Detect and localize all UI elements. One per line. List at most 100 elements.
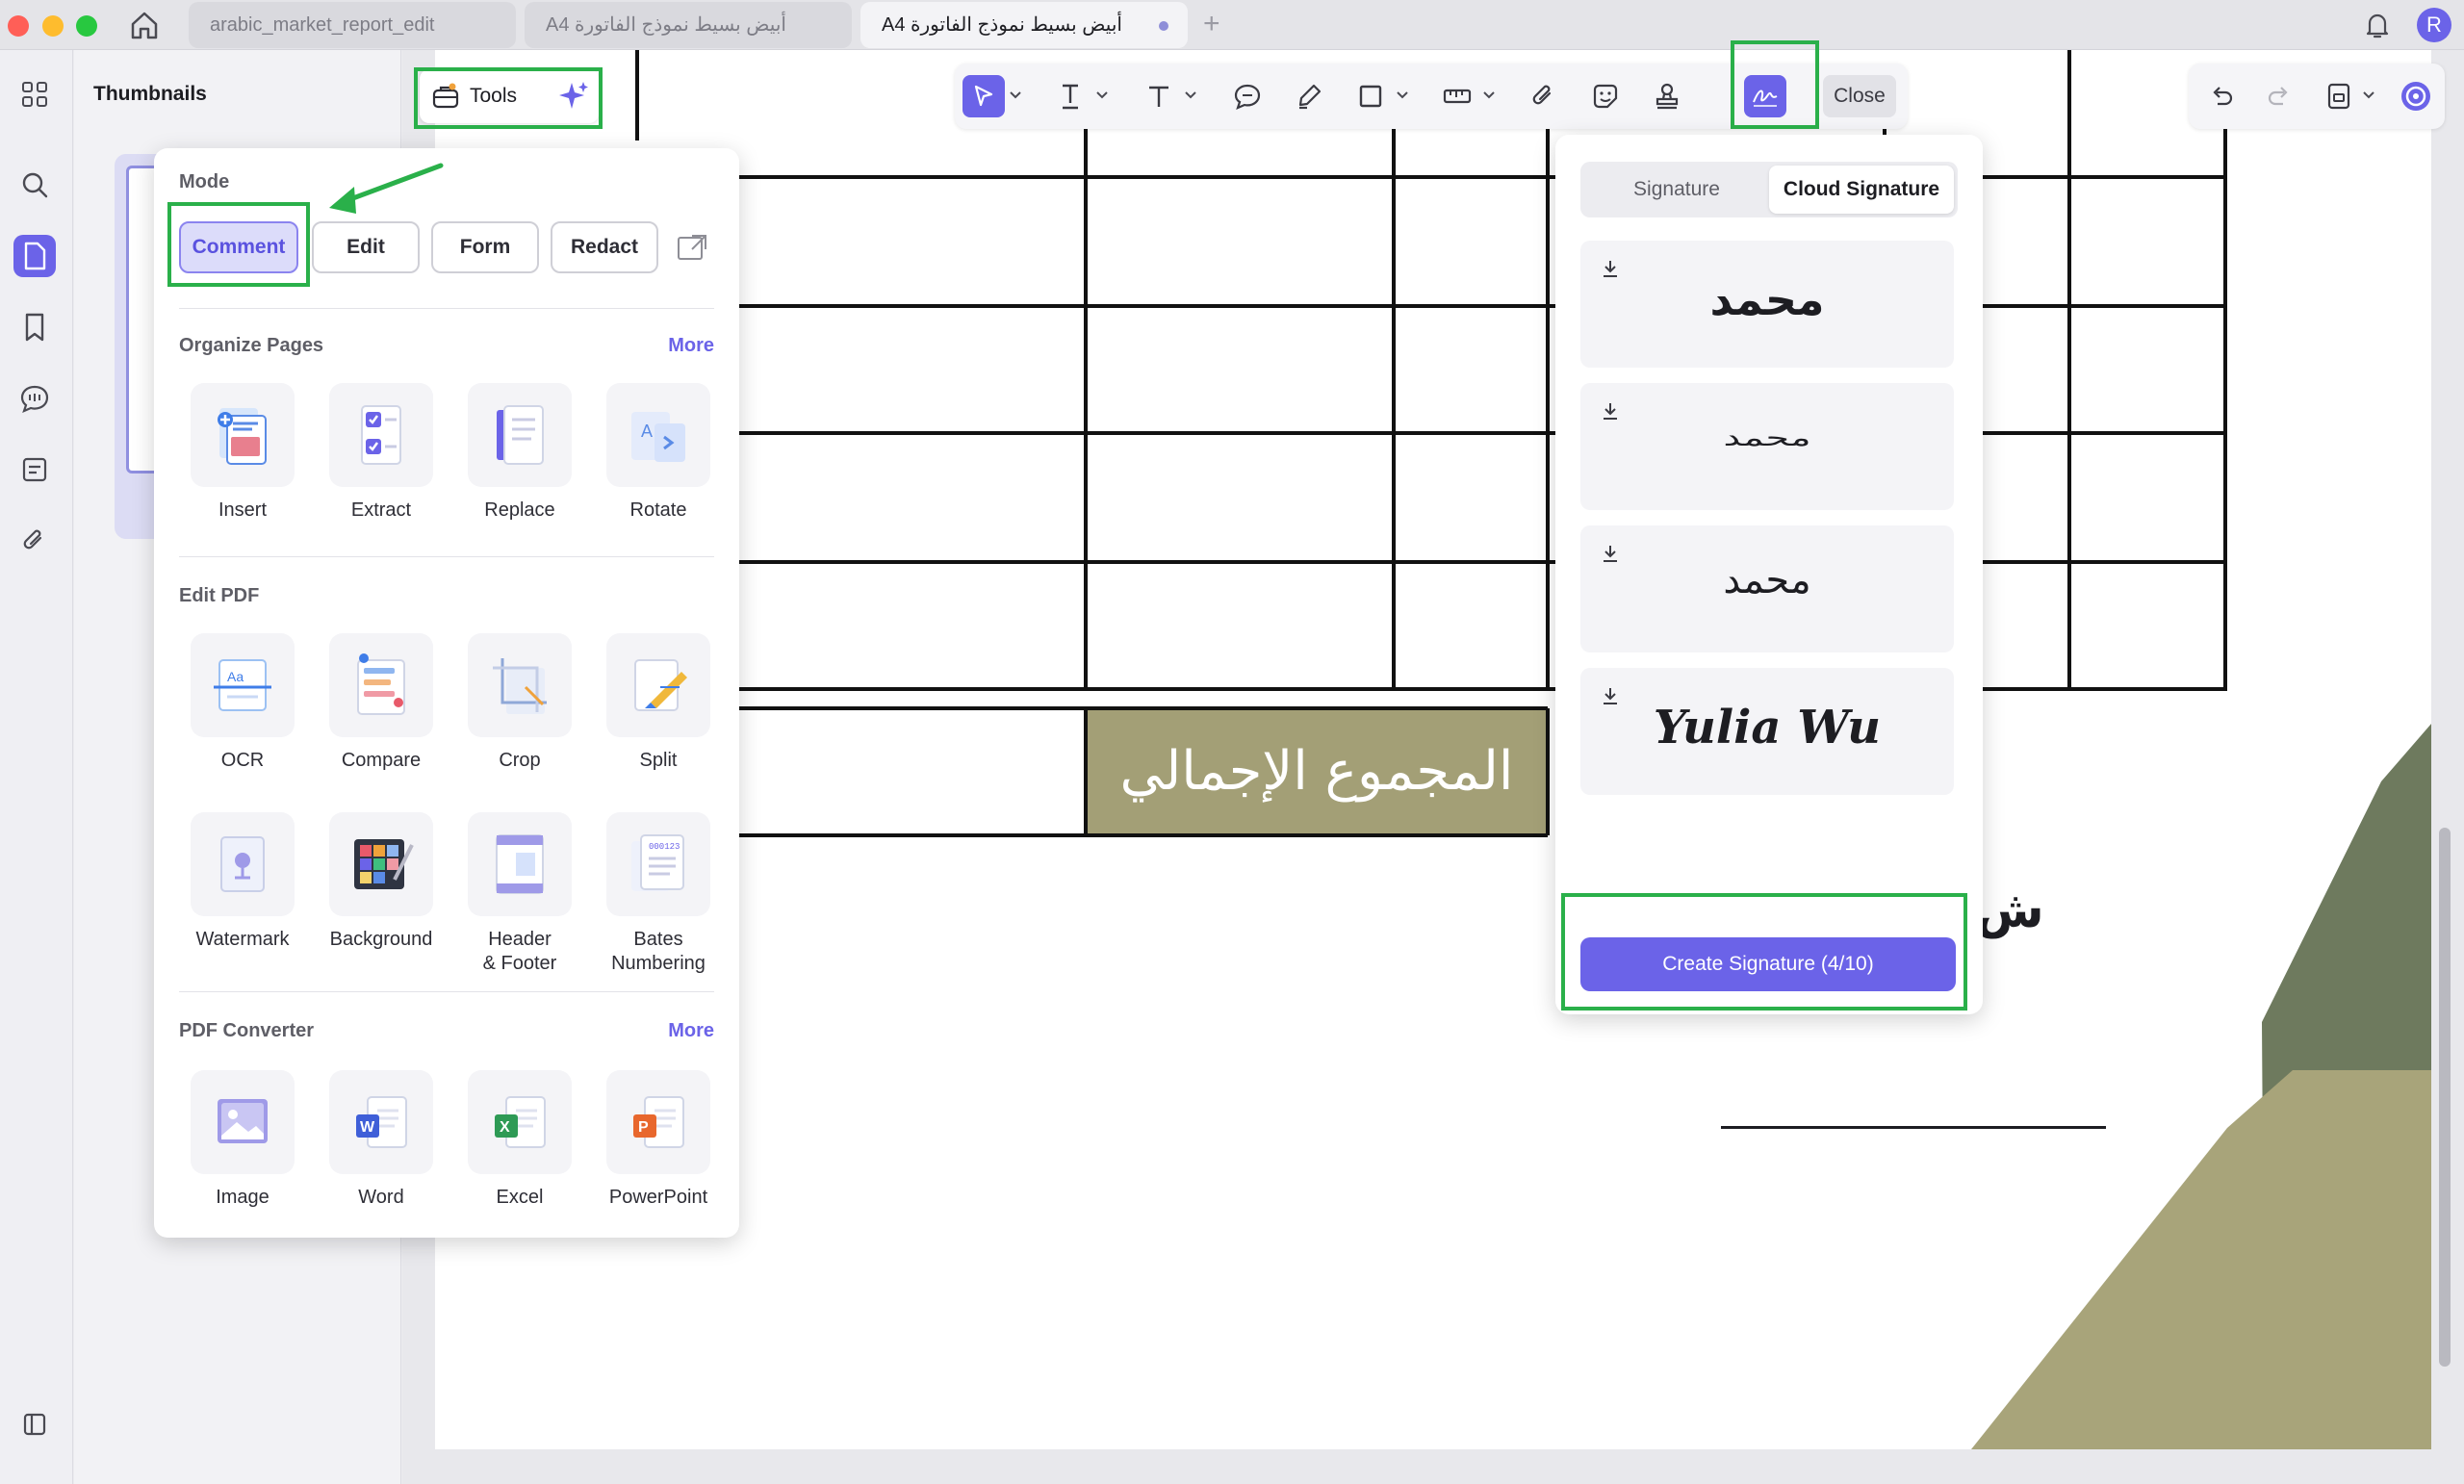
tool-rotate[interactable]: A Rotate: [596, 383, 721, 523]
sidebar-toggle-icon[interactable]: [13, 1403, 56, 1446]
tool-compare[interactable]: Compare: [319, 633, 444, 773]
svg-text:X: X: [500, 1119, 510, 1136]
bookmark-icon[interactable]: [13, 306, 56, 348]
undo-icon[interactable]: [2200, 75, 2243, 117]
highlighter-icon[interactable]: [1288, 75, 1330, 117]
text-icon[interactable]: [1138, 75, 1180, 117]
divider: [179, 991, 714, 992]
signature-item[interactable]: محمد: [1580, 383, 1954, 510]
tool-bates-numbering[interactable]: 000123 Bates Numbering: [596, 812, 721, 976]
bates-numbering-icon: 000123: [606, 812, 710, 916]
tool-convert-powerpoint[interactable]: P PowerPoint: [596, 1070, 721, 1210]
external-link-icon[interactable]: [676, 233, 708, 262]
tool-watermark[interactable]: Watermark: [180, 812, 305, 952]
tool-extract[interactable]: Extract: [319, 383, 444, 523]
signature-text: محمد: [1723, 558, 1811, 602]
organize-pages-title: Organize Pages: [179, 335, 324, 356]
signature-item[interactable]: محمد: [1580, 241, 1954, 368]
rectangle-icon[interactable]: [1349, 75, 1392, 117]
sticker-icon[interactable]: [1584, 75, 1627, 117]
underline-dropdown-icon[interactable]: [1095, 89, 1109, 102]
save-dropdown-icon[interactable]: [2362, 89, 2375, 102]
tool-background[interactable]: Background: [319, 812, 444, 952]
measure-icon[interactable]: [1436, 75, 1478, 117]
text-dropdown-icon[interactable]: [1184, 89, 1197, 102]
replace-label: Replace: [484, 499, 555, 521]
tool-convert-word[interactable]: W Word: [319, 1070, 444, 1210]
watermark-icon: [191, 812, 295, 916]
select-dropdown-icon[interactable]: [1009, 89, 1022, 102]
pages-icon[interactable]: [13, 235, 56, 277]
tool-convert-image[interactable]: Image: [180, 1070, 305, 1210]
tool-insert[interactable]: Insert: [180, 383, 305, 523]
search-icon[interactable]: [13, 164, 56, 206]
compare-label: Compare: [341, 750, 422, 771]
svg-text:Aa: Aa: [227, 669, 244, 684]
tab-cloud-signature[interactable]: Cloud Signature: [1769, 166, 1954, 214]
text-underline-icon[interactable]: [1049, 75, 1091, 117]
tab-signature[interactable]: Signature: [1584, 166, 1769, 214]
measure-dropdown-icon[interactable]: [1482, 89, 1496, 102]
apps-icon[interactable]: [13, 73, 56, 115]
signature-line: [1721, 1126, 2106, 1129]
tool-replace[interactable]: Replace: [457, 383, 582, 523]
converter-more-link[interactable]: More: [668, 1020, 714, 1042]
select-icon[interactable]: [962, 75, 1005, 117]
tool-ocr[interactable]: Aa OCR: [180, 633, 305, 773]
create-signature-highlight-box: [1561, 893, 1967, 1011]
signature-tabs: Signature Cloud Signature: [1580, 162, 1958, 217]
excel-label: Excel: [496, 1187, 544, 1208]
annotation-arrow-icon: [329, 163, 444, 214]
total-label-cell: المجموع الإجمالي: [1088, 710, 1546, 833]
image-label: Image: [216, 1187, 270, 1208]
download-icon[interactable]: [1600, 400, 1621, 422]
tab-invoice-template-1[interactable]: A4 أبيض بسيط نموذج الفاتورة: [525, 2, 852, 48]
ai-assistant-icon[interactable]: [2395, 75, 2437, 117]
insert-icon: [191, 383, 295, 487]
organize-more-link[interactable]: More: [668, 335, 714, 357]
right-toolbar: [2189, 64, 2445, 129]
left-rail: [0, 50, 73, 1484]
bell-icon[interactable]: [2360, 8, 2395, 42]
divider: [179, 556, 714, 557]
signature-text: محمد: [1723, 424, 1811, 451]
crop-label: Crop: [499, 750, 541, 771]
redo-icon[interactable]: [2258, 75, 2300, 117]
add-tab-button[interactable]: +: [1203, 8, 1220, 40]
tool-convert-excel[interactable]: X Excel: [457, 1070, 582, 1210]
mode-form-button[interactable]: Form: [431, 221, 539, 273]
mode-redact-button[interactable]: Redact: [551, 221, 658, 273]
insert-label: Insert: [218, 499, 268, 521]
tab-arabic-market-report[interactable]: arabic_market_report_edit: [189, 2, 516, 48]
tool-crop[interactable]: Crop: [457, 633, 582, 773]
vertical-scrollbar[interactable]: [2439, 828, 2451, 1367]
form-icon[interactable]: [13, 448, 56, 491]
signature-item[interactable]: Yulia Wu: [1580, 668, 1954, 795]
comment-bubble-icon[interactable]: [1226, 75, 1269, 117]
minimize-window-button[interactable]: [42, 15, 64, 37]
close-window-button[interactable]: [8, 15, 29, 37]
unsaved-dot: [1159, 21, 1168, 31]
header-footer-label: Header & Footer: [482, 929, 557, 974]
comment-icon[interactable]: [13, 377, 56, 420]
edit-pdf-title: Edit PDF: [179, 585, 260, 606]
tools-panel: Mode Comment Edit Form Redact Organize P…: [154, 148, 739, 1238]
tab-invoice-template-2[interactable]: A4 أبيض بسيط نموذج الفاتورة: [860, 2, 1188, 48]
image-icon: [191, 1070, 295, 1174]
attachment-icon[interactable]: [13, 520, 56, 562]
signature-highlight-box: [1731, 40, 1819, 129]
tool-split[interactable]: Split: [596, 633, 721, 773]
home-icon[interactable]: [127, 10, 162, 40]
shape-dropdown-icon[interactable]: [1396, 89, 1409, 102]
avatar[interactable]: R: [2417, 8, 2451, 42]
signature-item[interactable]: محمد: [1580, 525, 1954, 652]
stamp-icon[interactable]: [1646, 75, 1688, 117]
mode-edit-button[interactable]: Edit: [312, 221, 420, 273]
close-toolbar-button[interactable]: Close: [1823, 75, 1896, 117]
zoom-window-button[interactable]: [76, 15, 97, 37]
word-label: Word: [358, 1187, 404, 1208]
tool-header-footer[interactable]: Header & Footer: [457, 812, 582, 976]
attachment-icon[interactable]: [1523, 75, 1565, 117]
save-icon[interactable]: [2318, 75, 2360, 117]
thumbnails-title: Thumbnails: [93, 83, 207, 105]
